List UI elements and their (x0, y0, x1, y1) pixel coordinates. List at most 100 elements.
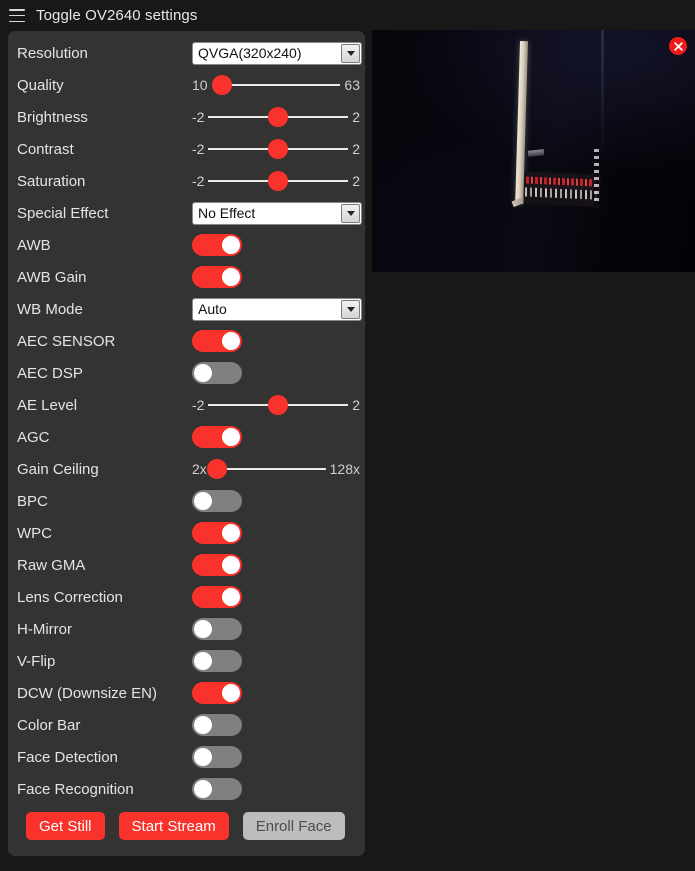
setting-control: QVGA(320x240) (192, 41, 362, 65)
slider-track[interactable] (208, 139, 349, 159)
setting-row: AGC (8, 421, 365, 453)
chevron-down-icon[interactable] (341, 43, 360, 63)
slider-track[interactable] (211, 75, 341, 95)
slider-track[interactable] (206, 459, 326, 479)
setting-row: Lens Correction (8, 581, 365, 613)
setting-control (192, 778, 357, 800)
settings-rows: Resolution QVGA(320x240) Quality 10 63 Bright… (8, 37, 365, 805)
toggle-face-detection[interactable] (192, 746, 242, 768)
setting-label: Special Effect (17, 204, 109, 222)
setting-label: AWB Gain (17, 268, 87, 286)
slider-track[interactable] (208, 171, 349, 191)
toggle-h-mirror[interactable] (192, 618, 242, 640)
setting-row: BPC (8, 485, 365, 517)
slider-max-label: 2 (352, 109, 360, 125)
close-icon[interactable] (669, 37, 687, 55)
select-special-effect[interactable]: No Effect (192, 201, 362, 225)
hamburger-icon[interactable] (9, 9, 25, 22)
setting-label: AEC SENSOR (17, 332, 116, 350)
setting-row: Special Effect No Effect (8, 197, 365, 229)
slider-min-label: 10 (192, 77, 208, 93)
setting-label: Gain Ceiling (17, 460, 99, 478)
select-wb-mode[interactable]: Auto (192, 297, 362, 321)
setting-label: Color Bar (17, 716, 81, 734)
toggle-color-bar[interactable] (192, 714, 242, 736)
toggle-knob (194, 748, 212, 766)
slider-thumb[interactable] (206, 459, 227, 479)
preview-edge-glow (601, 30, 604, 160)
slider-thumb[interactable] (268, 171, 289, 191)
slider-thumb[interactable] (268, 395, 289, 415)
setting-row: AEC SENSOR (8, 325, 365, 357)
toggle-knob (194, 620, 212, 638)
setting-control (192, 650, 357, 672)
chevron-down-icon[interactable] (341, 299, 360, 319)
toggle-agc[interactable] (192, 426, 242, 448)
toggle-wpc[interactable] (192, 522, 242, 544)
setting-label: Face Detection (17, 748, 118, 766)
get-still-button[interactable]: Get Still (26, 812, 105, 840)
setting-label: V-Flip (17, 652, 56, 670)
setting-row: Resolution QVGA(320x240) (8, 37, 365, 69)
slider-ae-level[interactable]: -2 2 (192, 395, 360, 415)
slider-brightness[interactable]: -2 2 (192, 107, 360, 127)
setting-row: Brightness -2 2 (8, 101, 365, 133)
slider-thumb[interactable] (211, 75, 232, 95)
setting-row: Color Bar (8, 709, 365, 741)
toggle-knob (222, 236, 240, 254)
toggle-knob (222, 588, 240, 606)
settings-panel: Resolution QVGA(320x240) Quality 10 63 Bright… (8, 31, 365, 856)
setting-row: AEC DSP (8, 357, 365, 389)
setting-control (192, 234, 357, 256)
setting-control (192, 714, 357, 736)
page-title[interactable]: Toggle OV2640 settings (36, 7, 197, 24)
camera-preview[interactable] (372, 30, 695, 272)
chevron-down-icon[interactable] (341, 203, 360, 223)
toggle-aec-dsp[interactable] (192, 362, 242, 384)
toggle-knob (222, 684, 240, 702)
slider-min-label: -2 (192, 109, 205, 125)
setting-control (192, 618, 357, 640)
setting-row: Face Detection (8, 741, 365, 773)
toggle-awb[interactable] (192, 234, 242, 256)
setting-label: H-Mirror (17, 620, 72, 638)
select-resolution[interactable]: QVGA(320x240) (192, 41, 362, 65)
toggle-knob (194, 364, 212, 382)
setting-label: Brightness (17, 108, 88, 126)
toggle-knob (222, 268, 240, 286)
setting-row: Gain Ceiling 2x 128x (8, 453, 365, 485)
setting-label: Resolution (17, 44, 88, 62)
slider-line (210, 468, 326, 470)
setting-row: H-Mirror (8, 613, 365, 645)
toggle-lens-correction[interactable] (192, 586, 242, 608)
slider-contrast[interactable]: -2 2 (192, 139, 360, 159)
slider-gain-ceiling[interactable]: 2x 128x (192, 459, 360, 479)
toggle-raw-gma[interactable] (192, 554, 242, 576)
setting-row: WB Mode Auto (8, 293, 365, 325)
slider-min-label: -2 (192, 141, 205, 157)
setting-label: Lens Correction (17, 588, 123, 606)
toggle-dcw-downsize-en-[interactable] (192, 682, 242, 704)
setting-label: AEC DSP (17, 364, 83, 382)
start-stream-button[interactable]: Start Stream (118, 812, 229, 840)
slider-track[interactable] (208, 107, 349, 127)
toggle-v-flip[interactable] (192, 650, 242, 672)
toggle-face-recognition[interactable] (192, 778, 242, 800)
toggle-bpc[interactable] (192, 490, 242, 512)
slider-thumb[interactable] (268, 107, 289, 127)
slider-max-label: 128x (329, 461, 360, 477)
setting-row: AWB Gain (8, 261, 365, 293)
toggle-aec-sensor[interactable] (192, 330, 242, 352)
slider-thumb[interactable] (268, 139, 289, 159)
slider-quality[interactable]: 10 63 (192, 75, 360, 95)
slider-track[interactable] (208, 395, 349, 415)
setting-row: Face Recognition (8, 773, 365, 805)
setting-control (192, 682, 357, 704)
setting-row: DCW (Downsize EN) (8, 677, 365, 709)
toggle-awb-gain[interactable] (192, 266, 242, 288)
app-header: Toggle OV2640 settings (0, 0, 695, 31)
slider-saturation[interactable]: -2 2 (192, 171, 360, 191)
camera-settings-app: Toggle OV2640 settings Resolution QVGA(32… (0, 0, 695, 871)
slider-min-label: 2x (192, 461, 207, 477)
setting-control: No Effect (192, 201, 362, 225)
